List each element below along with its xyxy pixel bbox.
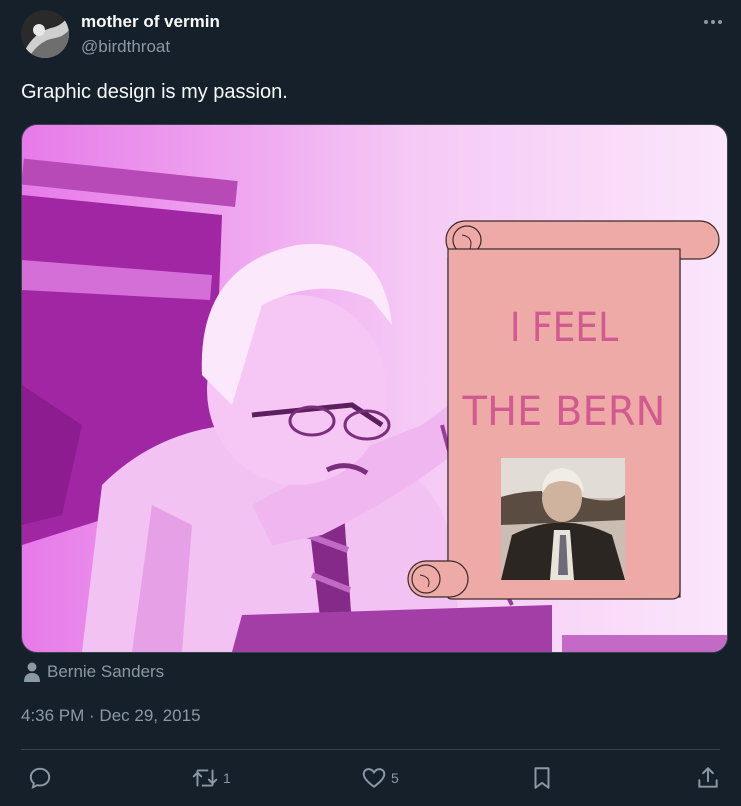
more-options-button[interactable] — [699, 10, 727, 34]
username-handle[interactable]: @birdthroat — [81, 37, 170, 57]
avatar[interactable] — [21, 10, 69, 58]
like-count: 5 — [391, 770, 399, 786]
retweet-count: 1 — [223, 770, 231, 786]
tweet-media-image[interactable]: I FEEL THE BERN — [21, 124, 728, 653]
display-name[interactable]: mother of vermin — [81, 12, 220, 32]
share-icon — [698, 767, 718, 788]
share-button[interactable] — [696, 764, 720, 792]
person-icon — [24, 662, 40, 682]
like-button[interactable]: 5 — [361, 764, 399, 792]
bookmark-icon — [534, 767, 550, 789]
poster-text-line2: THE BERN — [462, 389, 666, 435]
reply-icon — [29, 767, 51, 789]
reply-button[interactable] — [27, 764, 57, 792]
divider — [21, 749, 720, 750]
retweet-icon — [192, 769, 218, 787]
tweet-timestamp[interactable]: 4:36 PM · Dec 29, 2015 — [21, 706, 201, 726]
tweet: mother of vermin @birdthroat Graphic des… — [0, 0, 741, 806]
poster-text-line1: I FEEL — [510, 305, 618, 351]
poster-scroll: I FEEL THE BERN — [407, 220, 720, 600]
retweet-button[interactable]: 1 — [191, 764, 231, 792]
person-tag-label: Bernie Sanders — [47, 662, 165, 681]
bookmark-button[interactable] — [530, 764, 554, 792]
poster-inset-photo — [501, 458, 625, 580]
tweet-text: Graphic design is my passion. — [21, 81, 288, 103]
heart-icon — [362, 768, 386, 788]
person-tag[interactable]: Bernie Sanders — [23, 660, 164, 684]
more-icon — [704, 20, 722, 24]
